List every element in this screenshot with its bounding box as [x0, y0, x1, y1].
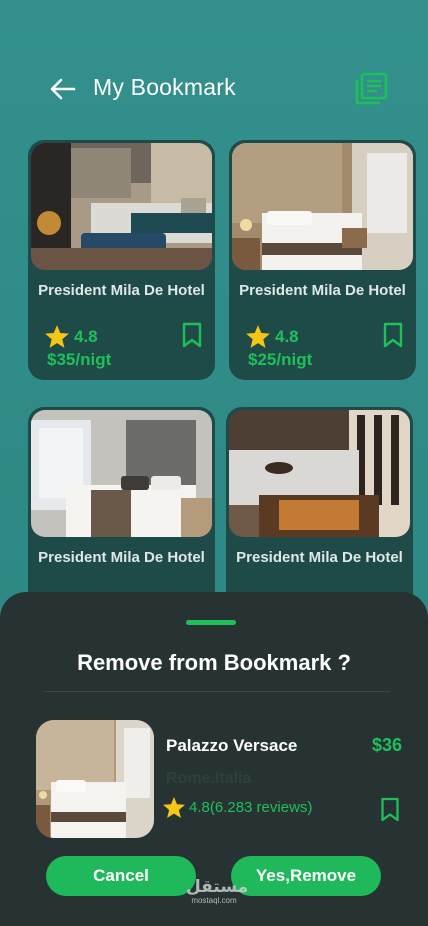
star-icon — [246, 325, 270, 348]
sheet-title: Remove from Bookmark ? — [77, 650, 351, 675]
rating-value: 4.8 — [74, 326, 98, 346]
page-title: My Bookmark — [93, 74, 236, 100]
bookmark-icon — [182, 322, 202, 348]
hotel-photo — [31, 143, 212, 270]
hotel-card[interactable]: President Mila De Hotel 4.8 $35/nigt — [28, 140, 215, 380]
watermark-arabic: مستقل — [186, 877, 249, 897]
rating: 4.8 — [245, 324, 299, 349]
hotel-name: President Mila De Hotel — [239, 282, 406, 299]
price: $35/nigt — [47, 350, 112, 369]
price: $25/nigt — [248, 350, 313, 369]
header: My Bookmark — [0, 58, 428, 118]
hotel-photo — [31, 410, 212, 537]
arrow-left-icon — [50, 78, 76, 100]
hotel-location: Rome,Italia — [166, 770, 252, 787]
hotel-card[interactable]: President Mila De Hotel 4.8 $25/nigt — [229, 140, 416, 380]
cancel-button[interactable]: Cancel — [46, 856, 196, 896]
rating: 4.8(6.283 reviews) — [162, 796, 312, 819]
bookmark-icon — [381, 797, 399, 822]
remove-bookmark-sheet: Remove from Bookmark ? Palazzo Versace $… — [0, 592, 428, 926]
price: $36 — [372, 735, 403, 755]
hotel-name: President Mila De Hotel — [38, 282, 205, 299]
hotel-name: Palazzo Versace — [166, 736, 298, 755]
hotel-photo — [36, 720, 154, 838]
bookmark-icon — [383, 322, 403, 348]
bookmark-button[interactable] — [380, 797, 400, 822]
rating-value: 4.8 — [275, 326, 299, 346]
hotel-photo — [232, 143, 413, 270]
bookmark-button[interactable] — [181, 322, 203, 348]
bookmark-list-button[interactable] — [352, 70, 390, 108]
hotel-name: President Mila De Hotel — [236, 549, 403, 566]
watermark-latin: mostaql.com — [191, 896, 237, 905]
document-list-icon — [355, 72, 388, 105]
sheet-handle[interactable] — [186, 620, 236, 625]
back-button[interactable] — [46, 72, 80, 106]
watermark: مستقل mostaql.com — [186, 877, 249, 906]
divider — [44, 691, 390, 692]
star-icon — [163, 797, 185, 818]
rating: 4.8 — [44, 324, 98, 349]
hotel-name: President Mila De Hotel — [38, 549, 205, 566]
hotel-photo — [229, 410, 410, 537]
bookmark-screen: My Bookmark President Mila De Hotel 4.8 … — [0, 0, 428, 926]
yes-remove-button[interactable]: Yes,Remove — [231, 856, 381, 896]
rating-value: 4.8(6.283 reviews) — [189, 799, 313, 816]
bookmark-button[interactable] — [382, 322, 404, 348]
star-icon — [45, 325, 69, 348]
